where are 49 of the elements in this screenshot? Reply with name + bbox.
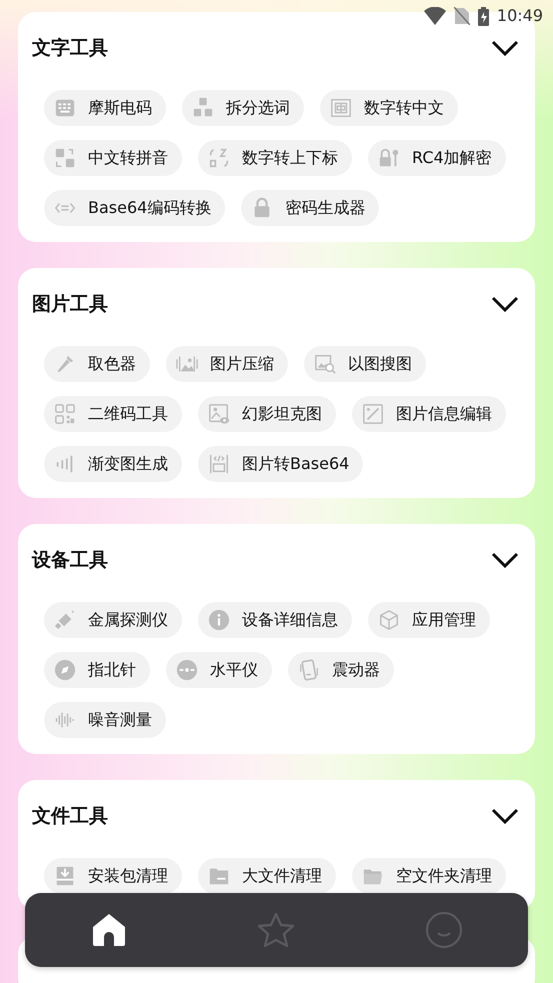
- phone-vibrate-icon: [298, 659, 320, 681]
- tool-chip[interactable]: 图片信息编辑: [352, 396, 506, 432]
- tool-chip[interactable]: 数字转中文: [320, 90, 458, 126]
- section-title: 图片工具: [32, 292, 108, 317]
- padlock-key-icon: [378, 147, 400, 169]
- tool-chip[interactable]: 设备详细信息: [198, 602, 352, 638]
- tool-chip[interactable]: 空文件夹清理: [352, 858, 506, 894]
- qr-code-icon: [54, 403, 76, 425]
- download-box-icon: [54, 865, 76, 887]
- tool-chip[interactable]: 金属探测仪: [44, 602, 182, 638]
- tool-chip[interactable]: RC4加解密: [368, 140, 506, 176]
- image-code-icon: [208, 453, 230, 475]
- tool-chip[interactable]: 中文转拼音: [44, 140, 182, 176]
- tool-chip[interactable]: 图片转Base64: [198, 446, 364, 482]
- tool-chip[interactable]: 以图搜图: [304, 346, 426, 382]
- tool-chip[interactable]: Base64编码转换: [44, 190, 226, 226]
- section-title: 设备工具: [32, 548, 108, 573]
- letter-blocks-icon: [192, 97, 214, 119]
- cube-icon: [378, 609, 400, 631]
- section-title: 文件工具: [32, 804, 108, 829]
- tool-chip[interactable]: 震动器: [288, 652, 394, 688]
- tool-chip[interactable]: 幻影坦克图: [198, 396, 336, 432]
- framed-square-icon: [330, 97, 352, 119]
- tool-chip[interactable]: 水平仪: [166, 652, 272, 688]
- tool-chip[interactable]: 摩斯电码: [44, 90, 166, 126]
- keyboard-icon: [54, 97, 76, 119]
- wifi-icon: [424, 7, 446, 25]
- tool-chip[interactable]: 渐变图生成: [44, 446, 182, 482]
- compass-icon: [54, 659, 76, 681]
- clock-time: 10:49: [496, 5, 543, 27]
- tool-chip[interactable]: 安装包清理: [44, 858, 182, 894]
- tool-chip[interactable]: 图片压缩: [166, 346, 288, 382]
- image-edit-icon: [362, 403, 384, 425]
- tool-chip[interactable]: 指北针: [44, 652, 150, 688]
- image-search-icon: [314, 353, 336, 375]
- tool-chip[interactable]: 取色器: [44, 346, 150, 382]
- section-title: 文字工具: [32, 36, 108, 61]
- tool-chip[interactable]: 大文件清理: [198, 858, 336, 894]
- image-eye-icon: [208, 403, 230, 425]
- tool-chip[interactable]: 密码生成器: [241, 190, 380, 226]
- tool-chip[interactable]: 拆分选词: [182, 90, 304, 126]
- level-icon: [176, 659, 198, 681]
- star-icon[interactable]: [256, 910, 296, 950]
- tool-chip[interactable]: 应用管理: [368, 602, 490, 638]
- tool-chip[interactable]: 数字转上下标: [198, 140, 352, 176]
- info-icon: [208, 609, 230, 631]
- tool-chip[interactable]: 二维码工具: [44, 396, 182, 432]
- no-sim-icon: [454, 7, 470, 25]
- tool-chip[interactable]: 噪音测量: [44, 702, 166, 738]
